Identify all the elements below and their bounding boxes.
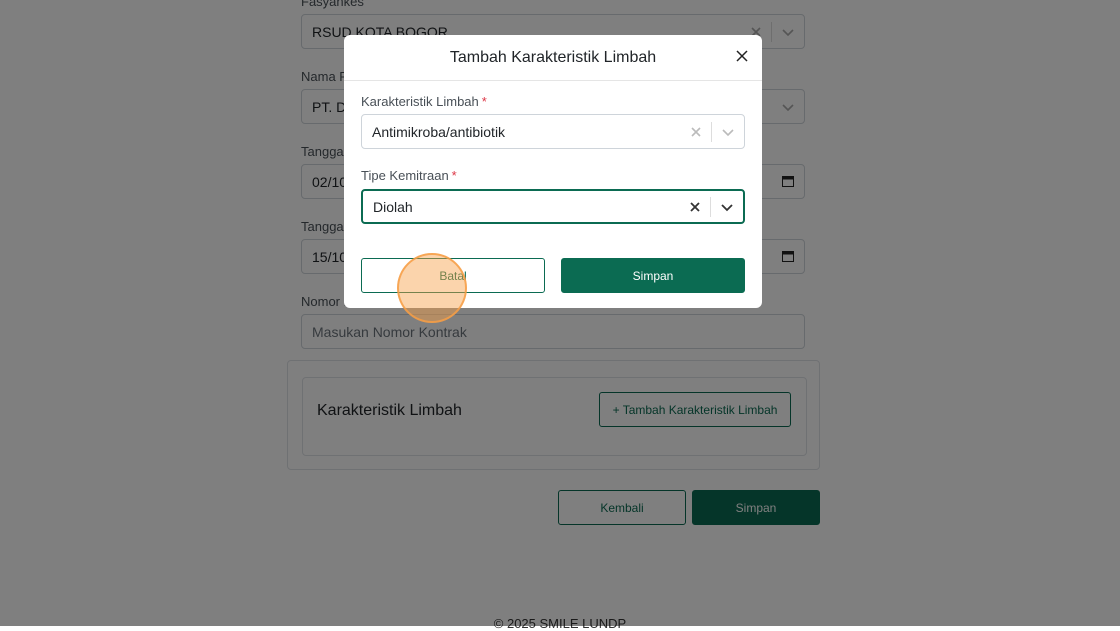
karakteristik-limbah-label-text: Karakteristik Limbah: [361, 94, 479, 109]
required-mark: *: [451, 168, 457, 183]
karakteristik-limbah-select[interactable]: Antimikroba/antibiotik: [361, 114, 745, 149]
tipe-kemitraan-label: Tipe Kemitraan *: [361, 168, 457, 183]
select-separator: [710, 196, 711, 217]
karakteristik-limbah-value: Antimikroba/antibiotik: [372, 123, 506, 140]
tipe-kemitraan-label-text: Tipe Kemitraan: [361, 168, 449, 183]
simpan-modal-button[interactable]: Simpan: [561, 258, 745, 293]
tipe-kemitraan-select[interactable]: Diolah: [361, 189, 745, 224]
clear-icon[interactable]: [690, 199, 700, 215]
modal-header: Tambah Karakteristik Limbah: [344, 35, 762, 81]
modal-title: Tambah Karakteristik Limbah: [449, 48, 657, 66]
tipe-kemitraan-value: Diolah: [373, 198, 413, 215]
required-mark: *: [481, 94, 487, 109]
click-indicator: [397, 253, 467, 323]
select-separator: [711, 121, 712, 142]
karakteristik-limbah-label: Karakteristik Limbah *: [361, 94, 487, 109]
close-icon[interactable]: [732, 46, 752, 66]
chevron-down-icon[interactable]: [722, 124, 734, 140]
clear-icon[interactable]: [691, 124, 701, 140]
chevron-down-icon[interactable]: [721, 199, 733, 215]
